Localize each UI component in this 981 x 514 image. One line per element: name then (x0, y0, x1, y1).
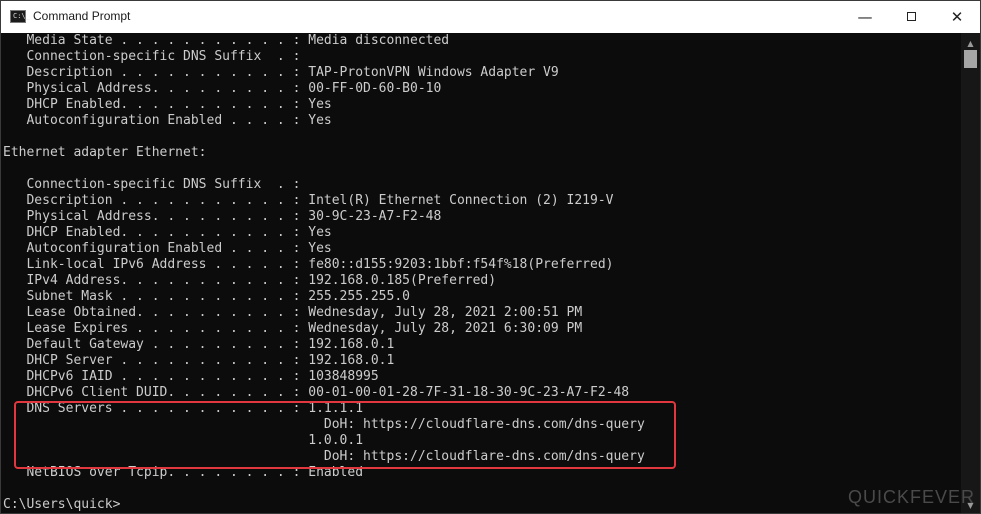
console-line: Physical Address. . . . . . . . . : 00-F… (3, 81, 442, 96)
title-bar[interactable]: C:\_ Command Prompt — ✕ (1, 1, 980, 33)
console-line: DHCPv6 Client DUID. . . . . . . . : 00-0… (3, 385, 630, 400)
console-line: Connection-specific DNS Suffix . : (3, 49, 301, 64)
dns-servers-highlight-box (14, 401, 676, 469)
console-line: Default Gateway . . . . . . . . . : 192.… (3, 337, 395, 352)
console-line: Lease Expires . . . . . . . . . . : Wedn… (3, 321, 583, 336)
vertical-scrollbar[interactable]: ▲ ▼ (961, 33, 980, 513)
window-title: Command Prompt (33, 9, 131, 23)
close-button[interactable]: ✕ (934, 1, 980, 33)
cmd-icon-label: C:\_ (13, 12, 30, 20)
console-line: DHCPv6 IAID . . . . . . . . . . . : 1038… (3, 369, 379, 384)
console-line: Ethernet adapter Ethernet: (3, 145, 207, 160)
console-line: DHCP Enabled. . . . . . . . . . . : Yes (3, 225, 332, 240)
console-line: IPv4 Address. . . . . . . . . . . : 192.… (3, 273, 497, 288)
console-line: Autoconfiguration Enabled . . . . : Yes (3, 113, 332, 128)
console-line: Lease Obtained. . . . . . . . . . : Wedn… (3, 305, 583, 320)
maximize-button[interactable] (888, 1, 934, 33)
console-line: Description . . . . . . . . . . . : Inte… (3, 193, 614, 208)
console-line: DHCP Server . . . . . . . . . . . : 192.… (3, 353, 395, 368)
cmd-app-icon[interactable]: C:\_ (10, 10, 30, 23)
console-line: Physical Address. . . . . . . . . : 30-9… (3, 209, 442, 224)
console-line: Subnet Mask . . . . . . . . . . . : 255.… (3, 289, 410, 304)
console-line: Autoconfiguration Enabled . . . . : Yes (3, 241, 332, 256)
scrollbar-thumb[interactable] (964, 50, 977, 68)
quickfever-watermark: QUICKFEVER (848, 487, 976, 507)
console-line: DHCP Enabled. . . . . . . . . . . : Yes (3, 97, 332, 112)
scroll-up-arrow-icon[interactable]: ▲ (961, 39, 980, 49)
console-line: Description . . . . . . . . . . . : TAP-… (3, 65, 559, 80)
console-line: Connection-specific DNS Suffix . : (3, 177, 301, 192)
maximize-icon (906, 11, 916, 21)
console-prompt: C:\Users\quick> (3, 497, 121, 512)
minimize-button[interactable]: — (842, 1, 888, 33)
console-line: Link-local IPv6 Address . . . . . : fe80… (3, 257, 614, 272)
console-line: Media State . . . . . . . . . . . : Medi… (3, 33, 450, 48)
command-prompt-window: C:\_ Command Prompt — ✕ Media State . . … (0, 0, 981, 514)
